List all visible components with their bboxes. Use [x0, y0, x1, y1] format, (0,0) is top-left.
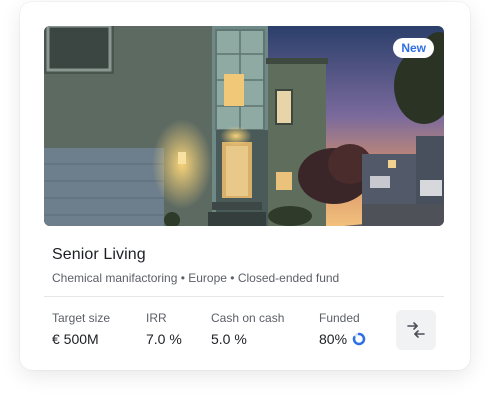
stat-irr: IRR 7.0 % [146, 311, 182, 347]
compare-arrows-icon [407, 322, 425, 338]
compare-button[interactable] [396, 310, 436, 350]
stat-label: Target size [52, 311, 111, 325]
stat-value: € 500M [52, 331, 110, 347]
stat-label: Cash on cash [211, 311, 285, 325]
listing-title[interactable]: Senior Living [52, 246, 146, 264]
stat-value-text: 7.0 % [146, 331, 182, 347]
property-photo: New [44, 26, 444, 226]
stat-value-text: 80% [319, 331, 348, 347]
listing-card[interactable]: New Senior Living Chemical manifactoring… [20, 2, 470, 370]
listing-subtitle: Chemical manifactoring • Europe • Closed… [52, 271, 340, 285]
new-badge: New [393, 38, 434, 58]
stat-cash-on-cash: Cash on cash 5.0 % [211, 311, 284, 347]
stat-value-text: € 500M [52, 331, 99, 347]
stat-value: 5.0 % [211, 331, 284, 347]
stat-value: 7.0 % [146, 331, 182, 347]
stat-funded: Funded 80% [319, 311, 366, 347]
stat-value-text: 5.0 % [211, 331, 247, 347]
progress-ring-icon [352, 332, 366, 346]
stat-target-size: Target size € 500M [52, 311, 110, 347]
stat-label: IRR [146, 311, 167, 325]
divider [44, 296, 444, 297]
stat-value: 80% [319, 331, 366, 347]
stat-label: Funded [319, 311, 360, 325]
